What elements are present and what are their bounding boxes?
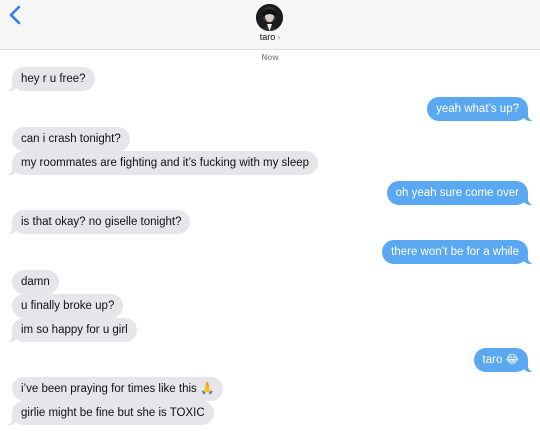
message-text: damn: [21, 276, 50, 288]
message-bubble-incoming[interactable]: hey r u free?: [4, 67, 95, 91]
message-text: u finally broke up?: [21, 300, 115, 312]
chevron-left-icon[interactable]: [6, 4, 26, 26]
message-text: hey r u free?: [21, 73, 86, 85]
message-text: taro 😂: [482, 354, 519, 366]
contact-name-button[interactable]: taro ›: [0, 32, 540, 42]
message-text: im so happy for u girl: [21, 324, 128, 336]
message-bubble-incoming[interactable]: girlie might be fine but she is TOXIC: [4, 401, 214, 425]
message-bubble-outgoing[interactable]: yeah what’s up?: [427, 97, 536, 121]
message-text: is that okay? no giselle tonight?: [21, 216, 182, 228]
contact-name: taro: [259, 32, 276, 42]
message-bubble-outgoing[interactable]: there won’t be for a while: [382, 240, 536, 264]
message-bubble-incoming[interactable]: is that okay? no giselle tonight?: [3, 210, 191, 234]
thread-timestamp: Now: [261, 53, 279, 62]
message-text: there won’t be for a while: [391, 246, 519, 258]
message-bubble-incoming[interactable]: damn: [12, 270, 59, 294]
message-bubble-outgoing[interactable]: taro 😂: [473, 348, 537, 372]
message-text: i’ve been praying for times like this 🙏: [21, 383, 215, 395]
message-text: girlie might be fine but she is TOXIC: [21, 407, 205, 419]
message-text: yeah what’s up?: [436, 103, 519, 115]
message-bubble-incoming[interactable]: i’ve been praying for times like this 🙏: [12, 377, 224, 401]
message-text: can i crash tonight?: [21, 133, 121, 145]
message-bubble-incoming[interactable]: can i crash tonight?: [12, 127, 130, 151]
message-bubble-incoming[interactable]: u finally broke up?: [12, 294, 124, 318]
message-bubble-incoming[interactable]: my roommates are fighting and it’s fucki…: [3, 151, 319, 175]
message-bubble-incoming[interactable]: im so happy for u girl: [4, 318, 137, 342]
conversation-header: taro ›: [0, 0, 540, 50]
avatar-image: [256, 4, 283, 31]
contact-avatar[interactable]: [256, 4, 283, 31]
message-text: oh yeah sure come over: [395, 187, 519, 199]
chevron-right-icon: ›: [277, 32, 281, 42]
message-text: my roommates are fighting and it’s fucki…: [21, 157, 310, 169]
messages-screen: taro › Now hey r u free? yeah what’s up? …: [0, 0, 540, 431]
message-bubble-outgoing[interactable]: oh yeah sure come over: [386, 181, 537, 205]
